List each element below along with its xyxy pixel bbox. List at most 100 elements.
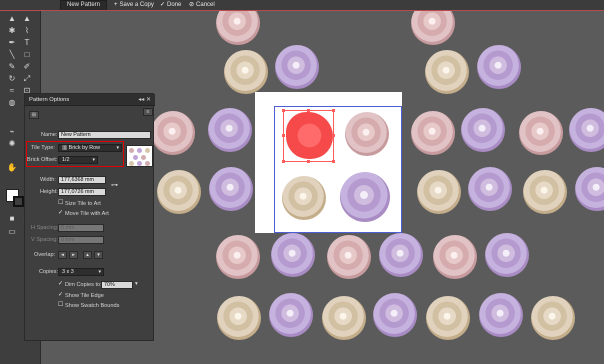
scale-tool-icon[interactable]: ⤢ xyxy=(22,74,32,84)
hand-tool-icon[interactable]: ✋ xyxy=(7,163,17,173)
symbol-sprayer-tool-icon[interactable]: ✺ xyxy=(7,139,17,149)
rose-copy xyxy=(216,235,260,279)
rose-copy xyxy=(523,170,567,214)
rose-copy xyxy=(519,111,563,155)
selection-handle[interactable] xyxy=(332,134,335,137)
move-tile-checkbox[interactable]: ✓ xyxy=(58,210,63,216)
rose-copy xyxy=(217,296,261,340)
direct-selection-tool-icon[interactable]: ▲ xyxy=(22,14,32,24)
lasso-tool-icon[interactable]: ⌇ xyxy=(22,26,32,36)
magic-wand-tool-icon[interactable]: ✱ xyxy=(7,26,17,36)
show-tile-edge-label: Show Tile Edge xyxy=(65,293,104,299)
dim-copies-input[interactable]: 70% xyxy=(101,281,133,289)
move-tile-label: Move Tile with Art xyxy=(65,211,109,217)
rose-copy xyxy=(157,170,201,214)
selection-handle[interactable] xyxy=(307,109,310,112)
rose-copy xyxy=(373,293,417,337)
selection-handle[interactable] xyxy=(307,160,310,163)
annotation-highlight-box xyxy=(26,141,124,167)
selection-handle[interactable] xyxy=(282,160,285,163)
rose-copy xyxy=(468,167,512,211)
copies-select[interactable]: 3 x 3 ▾ xyxy=(58,268,104,276)
rose-copy xyxy=(151,111,195,155)
top-in-front-icon[interactable]: ▴ xyxy=(83,251,92,259)
plus-icon: + xyxy=(114,2,118,8)
selection-handle[interactable] xyxy=(282,134,285,137)
rose-copy xyxy=(425,50,469,94)
rectangle-tool-icon[interactable]: □ xyxy=(22,50,32,60)
checkmark-icon: ✓ xyxy=(160,2,166,8)
width-label: Width: xyxy=(40,177,56,183)
rose-copy xyxy=(209,167,253,211)
rose-copy xyxy=(426,296,470,340)
selection-handle[interactable] xyxy=(332,160,335,163)
copies-label: Copies: xyxy=(39,269,58,275)
size-tile-checkbox[interactable]: ☐ xyxy=(58,200,63,206)
rose-copy xyxy=(477,45,521,89)
name-label: Name: xyxy=(41,132,58,138)
bottom-in-front-icon[interactable]: ▾ xyxy=(94,251,103,259)
rose-copy xyxy=(216,11,260,45)
cancel-icon: ⊘ xyxy=(189,2,195,8)
chevron-down-icon: ▾ xyxy=(98,269,101,275)
h-spacing-input[interactable]: 0 mm xyxy=(58,224,104,232)
rose-copy xyxy=(379,233,423,277)
dim-copies-label: Dim Copies to: xyxy=(65,282,102,288)
shape-builder-tool-icon[interactable]: ◍ xyxy=(7,98,17,108)
height-input[interactable]: 177,0726 mm xyxy=(58,188,106,196)
cancel-button[interactable]: ⊘ Cancel xyxy=(189,0,215,10)
selection-tool-icon[interactable]: ▲ xyxy=(7,14,17,24)
save-copy-button[interactable]: + Save a Copy xyxy=(114,0,154,10)
rose-copy xyxy=(417,170,461,214)
pattern-options-panel: Pattern Options ◂◂ ✕ ⊞ ≡ Name: New Patte… xyxy=(24,93,155,341)
panel-controls-icon[interactable]: ◂◂ ✕ xyxy=(138,94,151,106)
rose-copy xyxy=(485,233,529,277)
screen-mode-icon[interactable]: ▭ xyxy=(7,227,17,237)
link-icon[interactable]: ⊶ xyxy=(111,182,118,190)
eyedropper-tool-icon[interactable]: ⌁ xyxy=(7,127,17,137)
pencil-tool-icon[interactable]: ✐ xyxy=(22,62,32,72)
pen-tool-icon[interactable]: ✒ xyxy=(7,38,17,48)
panel-menu-icon[interactable]: ≡ xyxy=(143,108,153,116)
overlap-label: Overlap: xyxy=(34,252,56,258)
color-mode-icon[interactable]: ■ xyxy=(7,214,17,224)
line-tool-icon[interactable]: ╲ xyxy=(7,50,17,60)
show-tile-edge-checkbox[interactable]: ✓ xyxy=(58,292,63,298)
type-tool-icon[interactable]: T xyxy=(22,38,32,48)
v-spacing-input[interactable]: 0 mm xyxy=(58,236,104,244)
right-in-front-icon[interactable]: ▸ xyxy=(69,251,78,259)
dim-copies-checkbox[interactable]: ✓ xyxy=(58,281,63,287)
rose-copy xyxy=(433,235,477,279)
height-label: Height: xyxy=(40,189,58,195)
rose-copy xyxy=(411,111,455,155)
pattern-tile-tool-icon[interactable]: ⊞ xyxy=(29,111,39,119)
fill-stroke-swatches[interactable] xyxy=(6,189,26,209)
show-swatch-bounds-checkbox[interactable]: ☐ xyxy=(58,302,63,308)
stroke-swatch[interactable] xyxy=(13,196,24,207)
rose-copy xyxy=(275,45,319,89)
rotate-tool-icon[interactable]: ↻ xyxy=(7,74,17,84)
selection-handle[interactable] xyxy=(332,109,335,112)
done-button[interactable]: ✓ Done xyxy=(160,0,181,10)
selection-handle[interactable] xyxy=(282,109,285,112)
rose-copy xyxy=(411,11,455,45)
rose-copy xyxy=(322,296,366,340)
paintbrush-tool-icon[interactable]: ✎ xyxy=(7,62,17,72)
chevron-down-icon[interactable]: ▾ xyxy=(135,280,138,288)
pattern-swatch-preview xyxy=(126,145,153,167)
pattern-name-input[interactable]: New Pattern xyxy=(58,131,151,139)
rose-copy xyxy=(327,235,371,279)
rose-copy xyxy=(461,108,505,152)
panel-title[interactable]: Pattern Options ◂◂ ✕ xyxy=(25,94,155,106)
rose-copy xyxy=(271,233,315,277)
rose-copy xyxy=(531,296,575,340)
rose-copy xyxy=(569,108,604,152)
warp-tool-icon[interactable]: ≈ xyxy=(7,86,17,96)
rose-copy xyxy=(208,108,252,152)
left-in-front-icon[interactable]: ◂ xyxy=(58,251,67,259)
rose-copy xyxy=(479,293,523,337)
rose-copy xyxy=(224,50,268,94)
rose-copy xyxy=(269,293,313,337)
width-input[interactable]: 177,6368 mm xyxy=(58,176,106,184)
selection-bounding-box xyxy=(282,109,335,163)
